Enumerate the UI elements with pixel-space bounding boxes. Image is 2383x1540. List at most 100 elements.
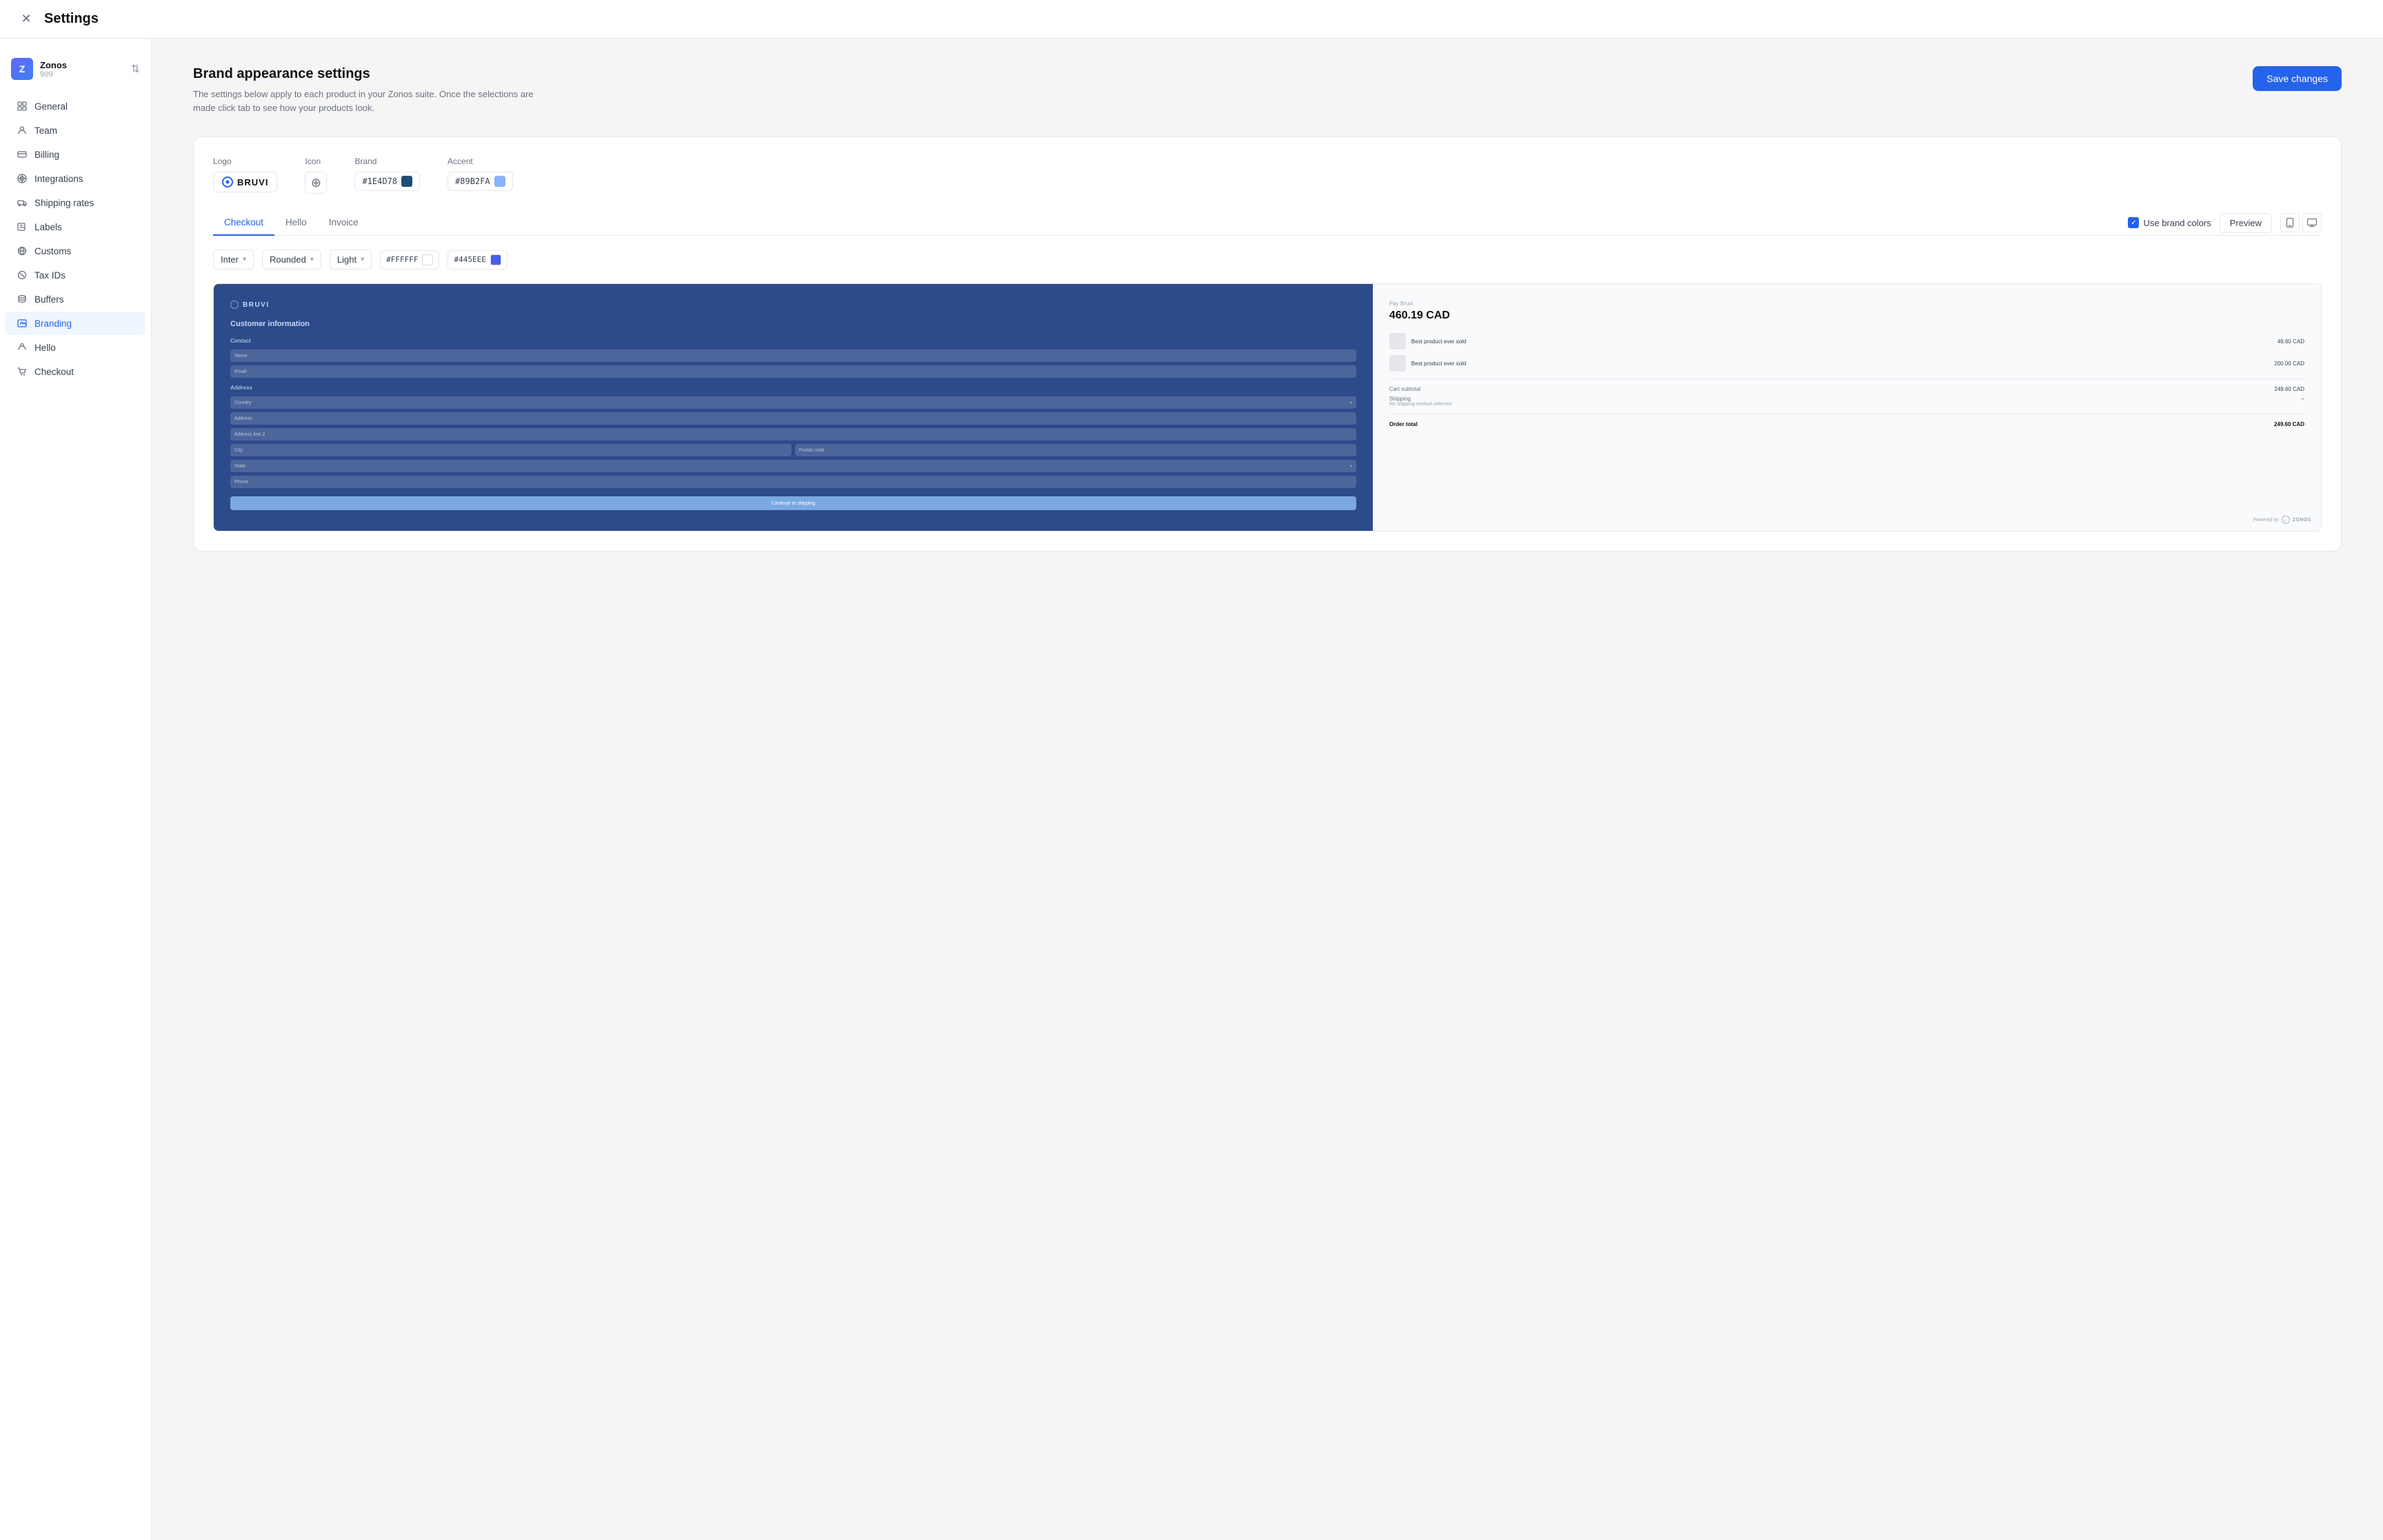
sidebar-label-general: General	[34, 101, 68, 112]
sidebar-item-tax-ids[interactable]: Tax IDs	[6, 263, 145, 287]
postal-placeholder: Postal code	[799, 448, 825, 453]
theme-value: Light	[337, 254, 356, 265]
city-input-mock: City	[230, 444, 792, 456]
org-info: Zonos 909	[40, 60, 124, 79]
order-item-price-2: 200.00 CAD	[2274, 361, 2304, 367]
accent-color-dot-2	[490, 254, 501, 265]
brand-color-swatch[interactable]: #1E4D78	[354, 172, 420, 191]
shipping-value: –	[2302, 396, 2304, 407]
checkout-form-panel: BRUVI Customer information Contact Name …	[214, 284, 1373, 531]
accent-color-value: #89B2FA	[455, 176, 490, 186]
no-shipping-method-text: No shipping method selected	[1389, 402, 1451, 407]
org-selector[interactable]: Z Zonos 909 ⇅	[0, 52, 151, 94]
checkout-icon	[17, 366, 28, 377]
main-layout: Z Zonos 909 ⇅ General Team	[0, 39, 2383, 1540]
use-brand-colors-label[interactable]: ✓ Use brand colors	[2128, 217, 2211, 228]
accent-color-swatch[interactable]: #89B2FA	[448, 172, 513, 191]
accent-color-group: Accent #89B2FA	[448, 156, 513, 191]
tab-checkout[interactable]: Checkout	[213, 210, 274, 236]
sidebar-label-integrations: Integrations	[34, 174, 83, 184]
page-description: The settings below apply to each product…	[193, 88, 552, 114]
brand-color-dot	[401, 176, 412, 187]
font-selector[interactable]: Inter ▾	[213, 250, 254, 270]
sidebar-label-team: Team	[34, 125, 57, 136]
sidebar-label-buffers: Buffers	[34, 294, 64, 305]
powered-by-row: Powered by Z ZONOS	[2253, 516, 2311, 524]
labels-icon	[17, 221, 28, 232]
sidebar-item-hello[interactable]: Hello	[6, 336, 145, 359]
address2-placeholder: Address line 2	[234, 432, 265, 437]
name-placeholder: Name	[234, 354, 248, 358]
org-avatar: Z	[11, 58, 33, 80]
sidebar-item-team[interactable]: Team	[6, 119, 145, 142]
sidebar-label-labels: Labels	[34, 222, 62, 232]
font-value: Inter	[221, 254, 239, 265]
sidebar-item-buffers[interactable]: Buffers	[6, 287, 145, 311]
use-brand-colors-checkbox[interactable]: ✓	[2128, 217, 2139, 228]
use-brand-colors-text: Use brand colors	[2143, 218, 2211, 228]
sidebar-item-billing[interactable]: Billing	[6, 143, 145, 166]
sidebar-item-branding[interactable]: Branding	[6, 312, 145, 335]
tab-invoice[interactable]: Invoice	[318, 210, 370, 236]
phone-placeholder: Phone	[234, 480, 248, 485]
order-total-amount: 460.19 CAD	[1389, 310, 2304, 322]
name-input-mock: Name	[230, 349, 1356, 362]
close-icon: ✕	[21, 12, 31, 26]
sidebar-item-customs[interactable]: Customs	[6, 239, 145, 263]
email-placeholder: Email	[234, 369, 247, 374]
add-icon-button[interactable]: ⊕	[305, 172, 327, 194]
sidebar-label-hello: Hello	[34, 343, 56, 353]
order-item-thumbnail-2	[1389, 355, 1406, 372]
hello-icon	[17, 342, 28, 353]
preview-button[interactable]: Preview	[2220, 213, 2272, 233]
close-button[interactable]: ✕	[17, 10, 36, 29]
theme-selector[interactable]: Light ▾	[330, 250, 372, 270]
email-input-mock: Email	[230, 365, 1356, 378]
mobile-view-button[interactable]	[2280, 213, 2300, 232]
shipping-block: Shipping No shipping method selected	[1389, 396, 1451, 407]
toolbar-row: Inter ▾ Rounded ▾ Light ▾ #FFFFFF #445EE…	[213, 250, 2322, 270]
sidebar-item-checkout[interactable]: Checkout	[6, 360, 145, 383]
chevron-down-icon: ▾	[243, 256, 246, 263]
sidebar-item-general[interactable]: General	[6, 94, 145, 118]
icon-group: Icon ⊕	[305, 156, 327, 194]
order-brand-label: Pay Bruvi	[1389, 301, 2304, 307]
tab-hello[interactable]: Hello	[274, 210, 318, 236]
tabs-right-controls: ✓ Use brand colors Preview	[2128, 213, 2322, 233]
postal-input-mock: Postal code	[795, 444, 1356, 456]
sidebar-item-shipping-rates[interactable]: Shipping rates	[6, 191, 145, 214]
save-changes-button[interactable]: Save changes	[2253, 66, 2342, 91]
desktop-view-button[interactable]	[2302, 213, 2322, 232]
page-header-text: Brand appearance settings The settings b…	[193, 66, 552, 114]
bg-color-swatch[interactable]: #FFFFFF	[380, 250, 439, 270]
cart-subtotal-value: 249.60 CAD	[2274, 386, 2304, 392]
brand-color-value: #1E4D78	[362, 176, 397, 186]
org-id: 909	[40, 70, 124, 79]
checkout-logo-row: BRUVI	[230, 301, 1356, 309]
order-summary-panel: Pay Bruvi 460.19 CAD Best product ever s…	[1373, 284, 2321, 531]
powered-by-text: Powered by	[2253, 518, 2279, 523]
sidebar-label-customs: Customs	[34, 246, 71, 256]
zonos-text: ZONOS	[2293, 518, 2311, 523]
state-select-mock: State ▾	[230, 460, 1356, 472]
accent-color-value-2: #445EEE	[454, 255, 485, 264]
svg-text:Z: Z	[2284, 519, 2286, 523]
order-total-row: Order total 249.60 CAD	[1389, 421, 2304, 427]
brand-label: Brand	[354, 156, 420, 166]
address2-input-mock: Address line 2	[230, 428, 1356, 440]
sidebar-item-labels[interactable]: Labels	[6, 215, 145, 239]
view-icons	[2280, 213, 2322, 232]
color-row: Logo BRUVI Icon ⊕ Brand #1E4D78	[213, 156, 2322, 194]
preview-panel: BRUVI Customer information Contact Name …	[213, 283, 2322, 531]
logo-preview[interactable]: BRUVI	[213, 172, 277, 192]
sidebar-item-integrations[interactable]: Integrations	[6, 167, 145, 190]
border-radius-selector[interactable]: Rounded ▾	[262, 250, 321, 270]
logo-label: Logo	[213, 156, 277, 166]
tabs-row: Checkout Hello Invoice ✓ Use brand color…	[213, 210, 2322, 236]
buffers-icon	[17, 294, 28, 305]
credit-card-icon	[17, 149, 28, 160]
accent-color-swatch-2[interactable]: #445EEE	[448, 250, 507, 270]
country-placeholder: Country	[234, 401, 252, 405]
brand-color-group: Brand #1E4D78	[354, 156, 420, 191]
brand-section: Logo BRUVI Icon ⊕ Brand #1E4D78	[193, 136, 2342, 551]
